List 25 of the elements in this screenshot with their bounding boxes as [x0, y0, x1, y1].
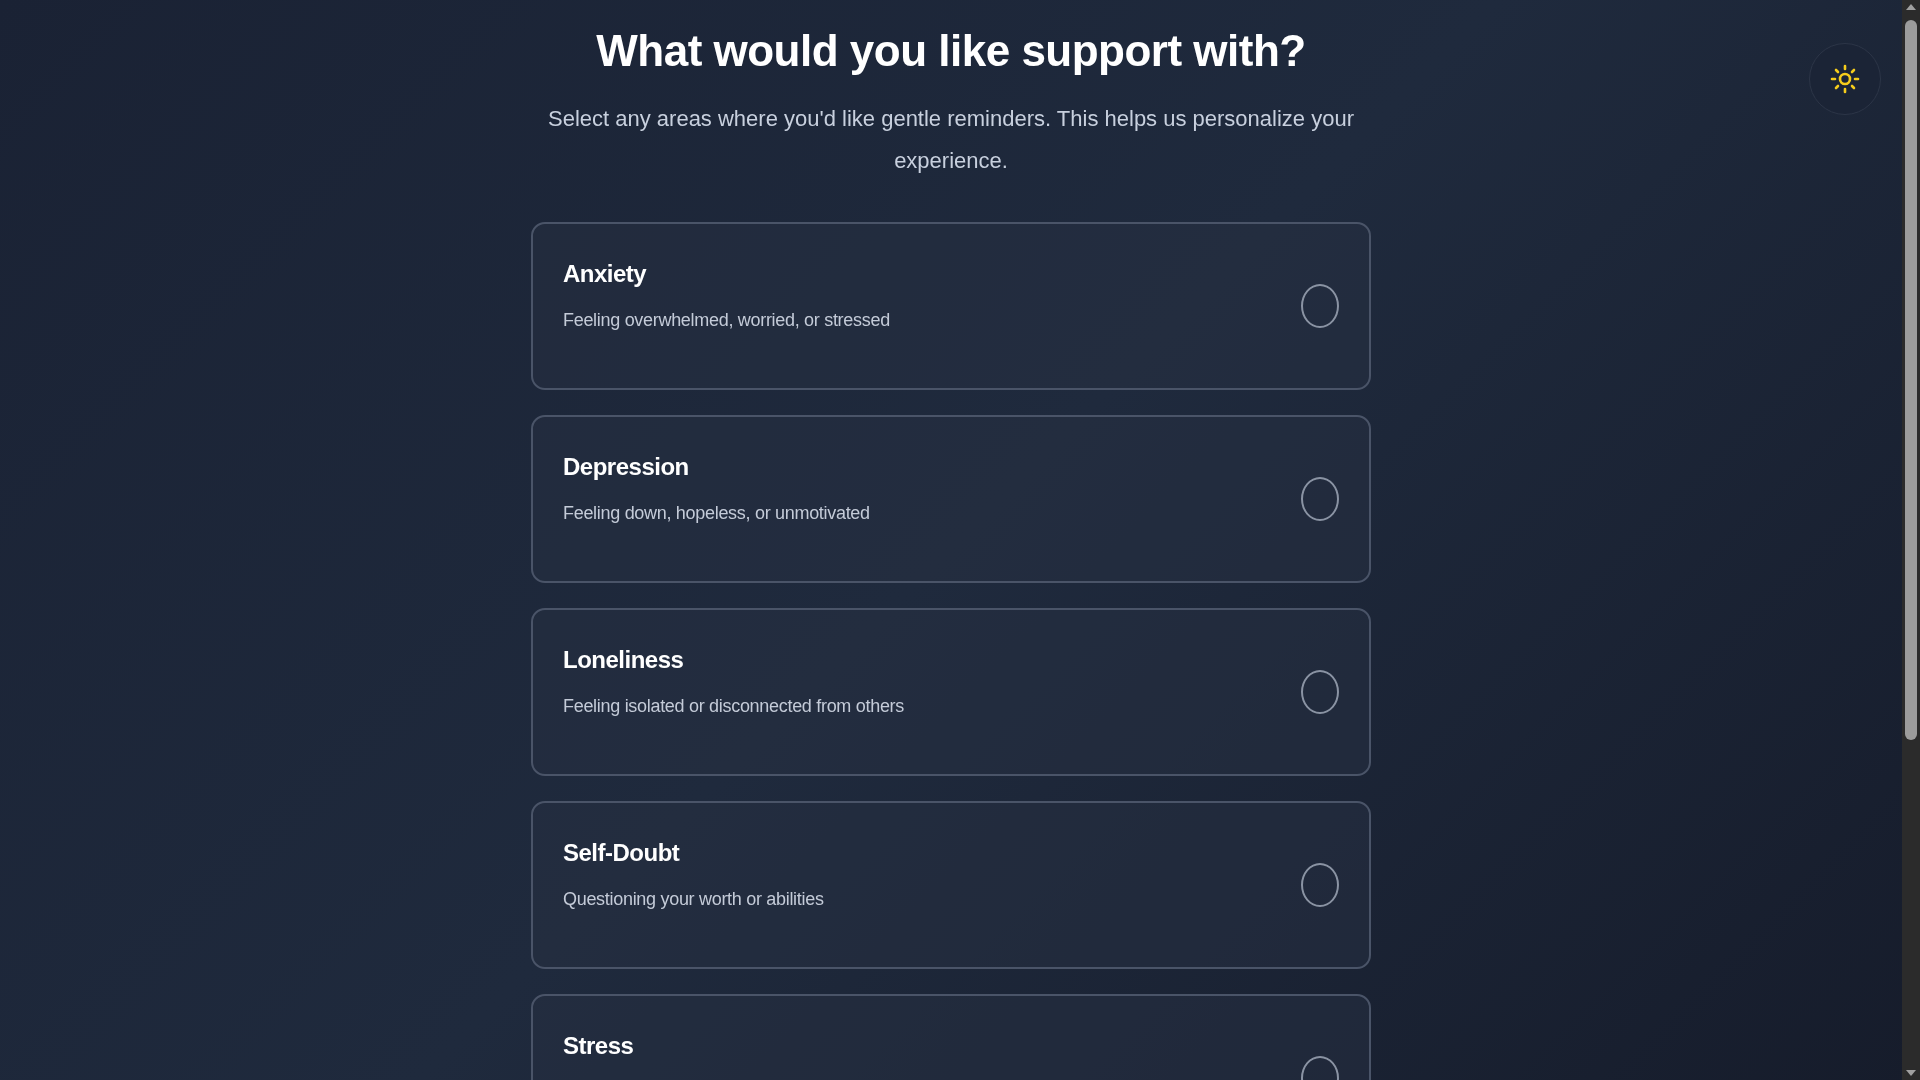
- option-description: Questioning your worth or abilities: [563, 889, 824, 910]
- scroll-down-arrow-icon[interactable]: [1906, 1070, 1916, 1076]
- option-description: Feeling isolated or disconnected from others: [563, 696, 904, 717]
- option-title: Stress: [563, 1032, 634, 1060]
- scrollbar-thumb[interactable]: [1905, 20, 1917, 740]
- option-description: Feeling down, hopeless, or unmotivated: [563, 503, 870, 524]
- option-card[interactable]: Anxiety Feeling overwhelmed, worried, or stressed: [531, 222, 1371, 390]
- radio-button[interactable]: [1301, 670, 1339, 714]
- option-card[interactable]: Stress: [531, 994, 1371, 1080]
- scrollbar[interactable]: [1902, 0, 1920, 1080]
- option-title: Self-Doubt: [563, 839, 681, 867]
- option-card[interactable]: Depression Feeling down, hopeless, or unmotivated: [531, 415, 1371, 583]
- sun-icon: [1830, 64, 1860, 94]
- option-title: Depression: [563, 453, 690, 481]
- option-title: Anxiety: [563, 260, 648, 288]
- option-card[interactable]: Loneliness Feeling isolated or disconnected from others: [531, 608, 1371, 776]
- radio-button[interactable]: [1301, 284, 1339, 328]
- scroll-up-arrow-icon[interactable]: [1906, 4, 1916, 10]
- option-description: Feeling overwhelmed, worried, or stressed: [563, 310, 890, 331]
- option-card[interactable]: Self-Doubt Questioning your worth or abilities: [531, 801, 1371, 969]
- page-heading: What would you like support with?: [596, 26, 1306, 76]
- page-subtitle: Select any areas where you'd like gentle reminders. This helps us personalize your experience.: [547, 105, 1355, 175]
- radio-button[interactable]: [1301, 863, 1339, 907]
- radio-button[interactable]: [1301, 477, 1339, 521]
- option-title: Loneliness: [563, 646, 685, 674]
